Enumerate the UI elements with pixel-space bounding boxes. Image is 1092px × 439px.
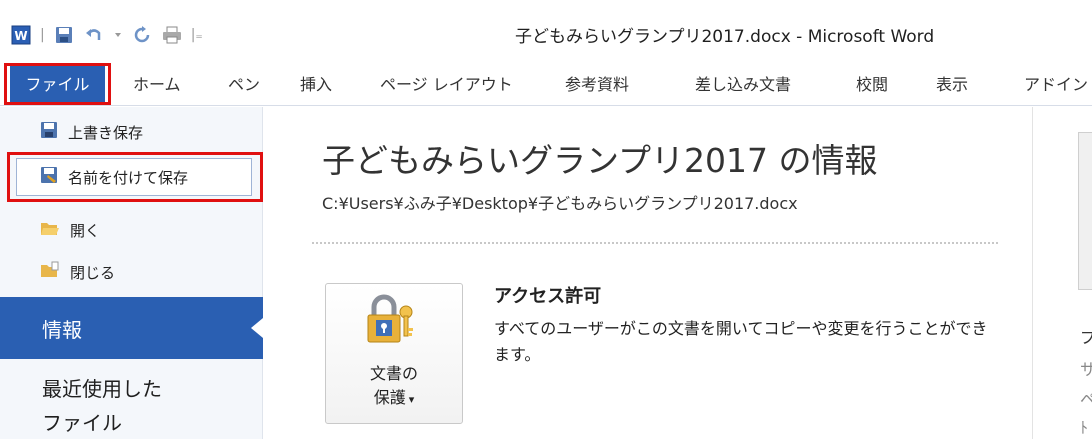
nav-selection-notch [251,318,263,338]
protect-label-line2: 保護 ▾ [325,386,463,412]
title-bar: W | |₌ 子どもみらいグランプリ2017.docx - Microsoft … [0,0,1092,60]
property-label-fragment: サ [1080,360,1092,379]
tab-references[interactable]: 参考資料 [565,60,629,106]
right-panel-divider [1032,107,1033,439]
close-command[interactable]: 閉じる [40,258,115,286]
save-icon[interactable] [53,24,75,46]
open-folder-icon [40,219,60,241]
open-command-label: 開く [70,221,101,240]
permissions-heading: アクセス許可 [494,286,602,307]
dropdown-icon[interactable] [113,24,123,46]
ribbon-tab-bar: ファイル ホーム ペン 挿入 ページ レイアウト 参考資料 差し込み文書 校閲 … [0,60,1092,106]
file-tab-highlight [4,63,111,105]
section-divider [312,242,998,244]
tab-view[interactable]: 表示 [936,60,968,106]
document-path: C:¥Users¥ふみ子¥Desktop¥子どもみらいグランプリ2017.doc… [322,194,798,213]
chevron-down-icon: ▾ [408,393,415,406]
tab-page-layout[interactable]: ページ レイアウト [380,60,513,106]
nav-recent-line2: ファイル [42,411,122,435]
qat-separator: | [40,27,45,43]
customize-icon[interactable]: |₌ [191,27,203,43]
protect-button-label: 文書の 保護 ▾ [325,362,463,412]
tab-insert[interactable]: 挿入 [300,60,332,106]
save-command-label: 上書き保存 [68,123,144,142]
protect-label-text: 保護 [373,388,406,407]
open-command[interactable]: 開く [40,216,100,244]
window-title: 子どもみらいグランプリ2017.docx - Microsoft Word [515,27,935,47]
tab-pen[interactable]: ペン [228,60,260,106]
word-app-icon[interactable]: W [10,24,32,46]
document-thumbnail [1078,132,1092,290]
permissions-description: すべてのユーザーがこの文書を開いてコピーや変更を行うことができます。 [494,319,988,364]
undo-icon[interactable] [83,24,105,46]
property-label-fragment: ﾄ [1080,418,1089,437]
nav-recent-files[interactable]: 最近使用した ファイル [42,372,162,439]
save-as-highlight [7,152,263,202]
tab-home[interactable]: ホーム [133,60,181,106]
redo-icon[interactable] [131,24,153,46]
save-icon [40,121,58,143]
tab-review[interactable]: 校閲 [856,60,888,106]
tab-addins[interactable]: アドイン [1024,60,1088,106]
svg-text:W: W [14,29,27,43]
quick-access-toolbar: W | |₌ [10,24,203,46]
protect-label-line1: 文書の [369,364,418,383]
lock-key-icon [360,294,420,346]
tab-mailings[interactable]: 差し込み文書 [695,60,791,106]
close-folder-icon [40,261,60,283]
nav-info-label: 情報 [42,318,82,342]
print-icon[interactable] [161,24,183,46]
close-command-label: 閉じる [70,263,116,282]
property-label-fragment: ペ [1080,390,1092,409]
properties-heading-fragment: プ [1080,328,1092,347]
nav-info-selected[interactable] [0,297,263,359]
nav-recent-line1: 最近使用した [42,377,162,401]
page-title: 子どもみらいグランプリ2017 の情報 [322,141,878,180]
save-command[interactable]: 上書き保存 [40,118,143,146]
